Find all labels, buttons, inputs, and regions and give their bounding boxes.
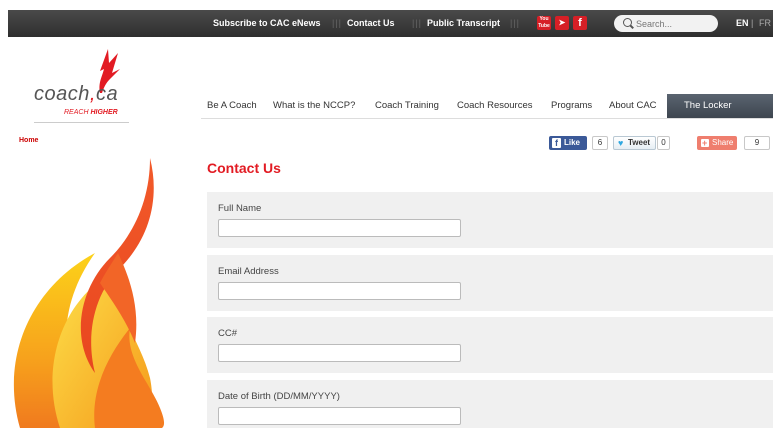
lang-en-link[interactable]: EN: [736, 10, 749, 37]
date-of-birth-field: Date of Birth (DD/MM/YYYY): [207, 380, 773, 428]
nav-about-cac[interactable]: About CAC: [609, 94, 657, 118]
lang-separator: |: [751, 18, 754, 28]
facebook-icon[interactable]: f: [573, 16, 587, 30]
nav-divider: [201, 118, 773, 119]
logo-divider: [34, 122, 129, 123]
nav-be-a-coach[interactable]: Be A Coach: [207, 94, 257, 118]
twitter-glyph: ➤: [558, 18, 566, 27]
search-icon: [623, 18, 632, 27]
share-count: 9: [744, 136, 770, 150]
nav-the-locker[interactable]: The Locker: [667, 94, 773, 118]
separator: |||: [332, 18, 343, 28]
breadcrumb-home[interactable]: Home: [19, 137, 38, 144]
facebook-like-button[interactable]: f Like: [549, 136, 587, 150]
tagline-left: REACH: [64, 109, 91, 116]
email-input[interactable]: [218, 282, 461, 300]
main-navigation: Be A Coach What is the NCCP? Coach Train…: [201, 94, 773, 118]
full-name-field: Full Name: [207, 192, 773, 248]
subscribe-enews-link[interactable]: Subscribe to CAC eNews: [213, 10, 321, 37]
tweet-button[interactable]: ♥ Tweet: [613, 136, 656, 150]
cc-number-label: CC#: [218, 328, 238, 339]
contact-us-link[interactable]: Contact Us: [347, 10, 395, 37]
like-label: Like: [564, 138, 581, 147]
twitter-bird-icon: ♥: [618, 138, 624, 148]
full-name-label: Full Name: [218, 203, 262, 214]
like-count: 6: [592, 136, 608, 150]
email-label: Email Address: [218, 266, 279, 277]
email-field: Email Address: [207, 255, 773, 311]
page-title: Contact Us: [207, 160, 281, 176]
nav-programs[interactable]: Programs: [551, 94, 592, 118]
logo-tagline: REACH HIGHER: [64, 109, 118, 116]
date-of-birth-input[interactable]: [218, 407, 461, 425]
decorative-flame-graphic: [13, 158, 165, 428]
nav-coach-resources[interactable]: Coach Resources: [457, 94, 533, 118]
tweet-count: 0: [657, 136, 670, 150]
logo-wordmark: coach,ca: [34, 83, 119, 105]
full-name-input[interactable]: [218, 219, 461, 237]
cc-number-field: CC#: [207, 317, 773, 373]
share-button[interactable]: Share: [697, 136, 737, 150]
share-plus-icon: [701, 136, 709, 150]
logo-word-right: ca: [95, 83, 119, 105]
logo-word-left: coach: [34, 83, 90, 105]
nav-what-is-nccp[interactable]: What is the NCCP?: [273, 94, 355, 118]
top-utility-bar: Subscribe to CAC eNews ||| Contact Us ||…: [8, 10, 773, 37]
youtube-icon[interactable]: You Tube: [537, 16, 551, 30]
coach-ca-logo[interactable]: coach,ca REACH HIGHER: [34, 47, 130, 121]
separator: |||: [412, 18, 423, 28]
search-input[interactable]: [636, 15, 714, 32]
public-transcript-link[interactable]: Public Transcript: [427, 10, 500, 37]
lang-fr-link[interactable]: FR: [759, 10, 771, 37]
share-label: Share: [712, 138, 734, 147]
search-box[interactable]: [614, 15, 718, 32]
cc-number-input[interactable]: [218, 344, 461, 362]
tweet-label: Tweet: [628, 138, 651, 147]
twitter-icon[interactable]: ➤: [555, 16, 569, 30]
facebook-icon: f: [552, 138, 561, 148]
date-of-birth-label: Date of Birth (DD/MM/YYYY): [218, 391, 340, 402]
nav-coach-training[interactable]: Coach Training: [375, 94, 439, 118]
tagline-right: HIGHER: [90, 109, 118, 116]
separator: |||: [510, 18, 521, 28]
